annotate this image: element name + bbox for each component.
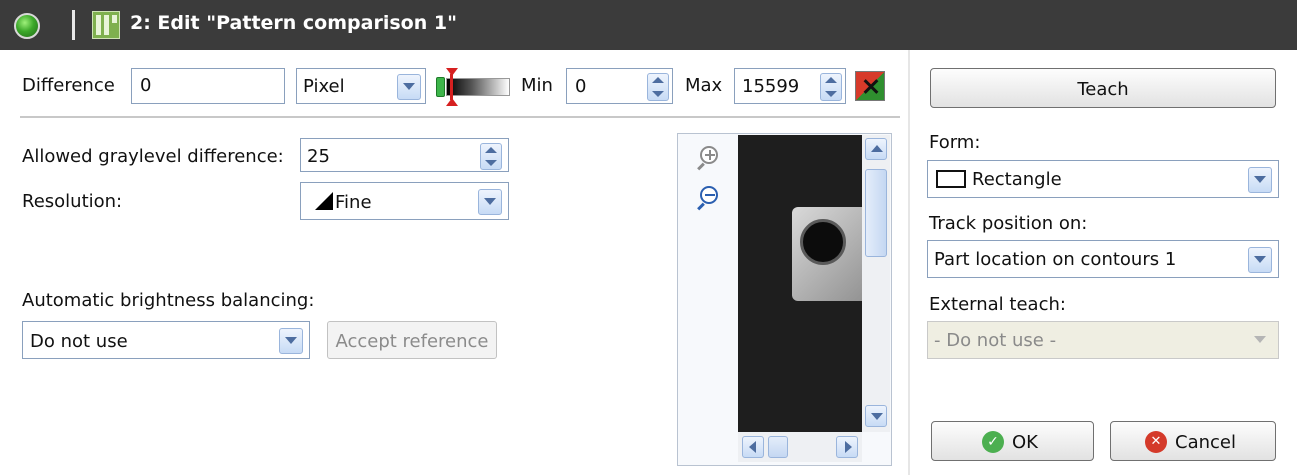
graylevel-spinner[interactable]: 25	[300, 138, 509, 172]
scroll-up-icon[interactable]	[865, 138, 887, 160]
divider	[20, 116, 900, 118]
resolution-fine-icon	[315, 192, 333, 210]
max-spin-buttons[interactable]	[820, 73, 842, 101]
resolution-select[interactable]: Fine	[300, 182, 509, 220]
resolution-value: Fine	[335, 192, 372, 213]
max-spinner[interactable]: 15599	[734, 68, 846, 104]
rectangle-shape-icon	[936, 170, 966, 188]
chevron-down-icon[interactable]	[397, 74, 421, 100]
difference-value-field[interactable]: 0	[131, 68, 285, 104]
vertical-scrollbar[interactable]	[862, 135, 890, 432]
track-select[interactable]: Part location on contours 1	[927, 240, 1279, 278]
brightness-select[interactable]: Do not use	[22, 321, 310, 359]
cancel-button[interactable]: ✕ Cancel	[1110, 421, 1276, 461]
cancel-x-icon: ✕	[1145, 431, 1167, 453]
brightness-value: Do not use	[30, 331, 128, 352]
external-teach-value: - Do not use -	[934, 330, 1057, 351]
form-value: Rectangle	[972, 169, 1062, 190]
max-value: 15599	[742, 76, 800, 97]
camera-image[interactable]	[738, 135, 862, 432]
title-separator	[72, 10, 75, 40]
brightness-label: Automatic brightness balancing:	[22, 290, 315, 311]
difference-label: Difference	[22, 75, 115, 96]
status-led-icon	[14, 13, 40, 39]
unit-select[interactable]: Pixel	[296, 68, 426, 104]
horizontal-scroll-thumb[interactable]	[768, 436, 788, 458]
accept-reference-button[interactable]: Accept reference	[327, 321, 497, 359]
track-value: Part location on contours 1	[934, 249, 1177, 270]
chevron-down-icon[interactable]	[1248, 167, 1272, 193]
ok-label: OK	[1012, 432, 1038, 453]
graylevel-value: 25	[307, 146, 330, 167]
reset-range-icon[interactable]	[855, 71, 885, 101]
external-teach-label: External teach:	[929, 294, 1066, 315]
form-select[interactable]: Rectangle	[927, 160, 1279, 198]
horizontal-scrollbar[interactable]	[738, 432, 862, 462]
unit-select-value: Pixel	[303, 76, 345, 97]
scroll-right-icon[interactable]	[836, 436, 858, 458]
window-title: 2: Edit "Pattern comparison 1"	[130, 12, 457, 34]
external-teach-select[interactable]: - Do not use -	[927, 321, 1279, 359]
chevron-down-icon[interactable]	[279, 328, 303, 354]
chevron-down-icon	[1254, 336, 1266, 343]
chevron-down-icon[interactable]	[1248, 247, 1272, 273]
max-label: Max	[685, 75, 723, 96]
range-slider-icon[interactable]	[436, 68, 512, 106]
panel-separator	[908, 50, 910, 475]
zoom-in-icon[interactable]	[696, 146, 722, 172]
min-label: Min	[521, 75, 553, 96]
track-label: Track position on:	[929, 213, 1088, 234]
vertical-scroll-thumb[interactable]	[865, 169, 887, 257]
form-label: Form:	[929, 132, 981, 153]
min-spinner[interactable]: 0	[566, 68, 673, 104]
pattern-tool-icon	[92, 11, 120, 39]
min-spin-buttons[interactable]	[647, 73, 669, 101]
cancel-label: Cancel	[1175, 432, 1236, 453]
resolution-label: Resolution:	[22, 191, 123, 212]
ok-button[interactable]: ✓ OK	[931, 421, 1094, 461]
part-region	[792, 207, 862, 301]
scroll-left-icon[interactable]	[742, 436, 764, 458]
chevron-down-icon[interactable]	[478, 189, 502, 215]
teach-button[interactable]: Teach	[930, 68, 1276, 108]
graylevel-spin-buttons[interactable]	[480, 143, 502, 170]
scroll-down-icon[interactable]	[865, 405, 887, 427]
zoom-out-icon[interactable]	[696, 186, 722, 212]
min-value: 0	[575, 76, 587, 97]
graylevel-label: Allowed graylevel difference:	[22, 146, 284, 167]
ok-check-icon: ✓	[982, 431, 1004, 453]
